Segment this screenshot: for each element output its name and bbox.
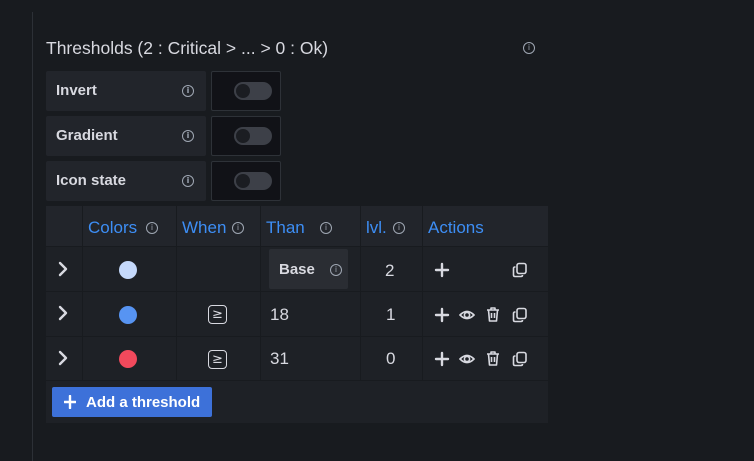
- info-icon[interactable]: i: [146, 222, 158, 234]
- option-gradient-label-box: Gradient i: [46, 116, 206, 156]
- trash-icon[interactable]: [485, 306, 501, 322]
- option-icon-state-label: Icon state: [56, 172, 127, 189]
- color-swatch[interactable]: [119, 350, 137, 368]
- invert-toggle[interactable]: [234, 82, 272, 100]
- chevron-right-icon[interactable]: [56, 261, 70, 277]
- row-divider: [46, 291, 548, 292]
- column-divider: [260, 206, 261, 381]
- than-value[interactable]: 18: [270, 305, 289, 325]
- info-icon[interactable]: i: [182, 175, 194, 187]
- color-swatch[interactable]: [119, 306, 137, 324]
- plus-icon[interactable]: [434, 351, 450, 367]
- color-swatch[interactable]: [119, 261, 137, 279]
- level-value: 2: [385, 261, 395, 280]
- operator-select[interactable]: ≥: [208, 305, 227, 324]
- than-value[interactable]: 31: [270, 349, 289, 369]
- header-when: When: [182, 218, 227, 237]
- option-invert-switch-box: [211, 71, 281, 111]
- trash-icon[interactable]: [485, 350, 501, 366]
- row-divider: [46, 336, 548, 337]
- eye-icon[interactable]: [459, 307, 475, 323]
- toggle-knob: [236, 174, 250, 188]
- option-invert: Invert i: [46, 71, 282, 111]
- option-invert-label: Invert: [56, 82, 97, 99]
- info-icon[interactable]: i: [393, 222, 405, 234]
- header-than: Than: [266, 218, 305, 237]
- panel-left-divider: [32, 12, 33, 461]
- plus-icon[interactable]: [434, 262, 450, 278]
- plus-icon: [64, 395, 76, 409]
- chevron-right-icon[interactable]: [56, 350, 70, 366]
- row-divider: [46, 246, 548, 247]
- operator-select[interactable]: ≥: [208, 350, 227, 369]
- header-colors: Colors: [88, 218, 138, 237]
- option-icon-state: Icon state i: [46, 161, 282, 201]
- gradient-toggle[interactable]: [234, 127, 272, 145]
- column-divider: [360, 206, 361, 381]
- copy-icon[interactable]: [512, 307, 528, 323]
- option-gradient-label: Gradient: [56, 127, 118, 144]
- than-base-label: Base: [279, 261, 315, 278]
- info-icon[interactable]: i: [330, 264, 342, 276]
- column-divider: [176, 206, 177, 381]
- than-base-value: Base i: [269, 249, 348, 289]
- level-value: 1: [386, 305, 396, 324]
- copy-icon[interactable]: [512, 351, 528, 367]
- header-actions: Actions: [428, 218, 484, 237]
- thresholds-info-icon[interactable]: i: [523, 42, 535, 54]
- plus-icon[interactable]: [434, 307, 450, 323]
- row-divider: [46, 380, 548, 381]
- info-icon[interactable]: i: [320, 222, 332, 234]
- column-divider: [422, 206, 423, 381]
- chevron-right-icon[interactable]: [56, 305, 70, 321]
- add-threshold-label: Add a threshold: [86, 394, 201, 411]
- option-invert-label-box: Invert i: [46, 71, 206, 111]
- thresholds-title: Thresholds (2 : Critical > ... > 0 : Ok): [46, 38, 329, 58]
- icon-state-toggle[interactable]: [234, 172, 272, 190]
- option-icon-state-switch-box: [211, 161, 281, 201]
- info-icon[interactable]: i: [232, 222, 244, 234]
- toggle-knob: [236, 84, 250, 98]
- option-gradient: Gradient i: [46, 116, 282, 156]
- level-value: 0: [386, 349, 396, 368]
- column-divider: [82, 206, 83, 381]
- add-threshold-button[interactable]: Add a threshold: [52, 387, 212, 417]
- copy-icon[interactable]: [512, 262, 528, 278]
- option-icon-state-label-box: Icon state i: [46, 161, 206, 201]
- option-gradient-switch-box: [211, 116, 281, 156]
- toggle-knob: [236, 129, 250, 143]
- info-icon[interactable]: i: [182, 130, 194, 142]
- eye-icon[interactable]: [459, 351, 475, 367]
- header-level: lvl.: [366, 218, 387, 237]
- info-icon[interactable]: i: [182, 85, 194, 97]
